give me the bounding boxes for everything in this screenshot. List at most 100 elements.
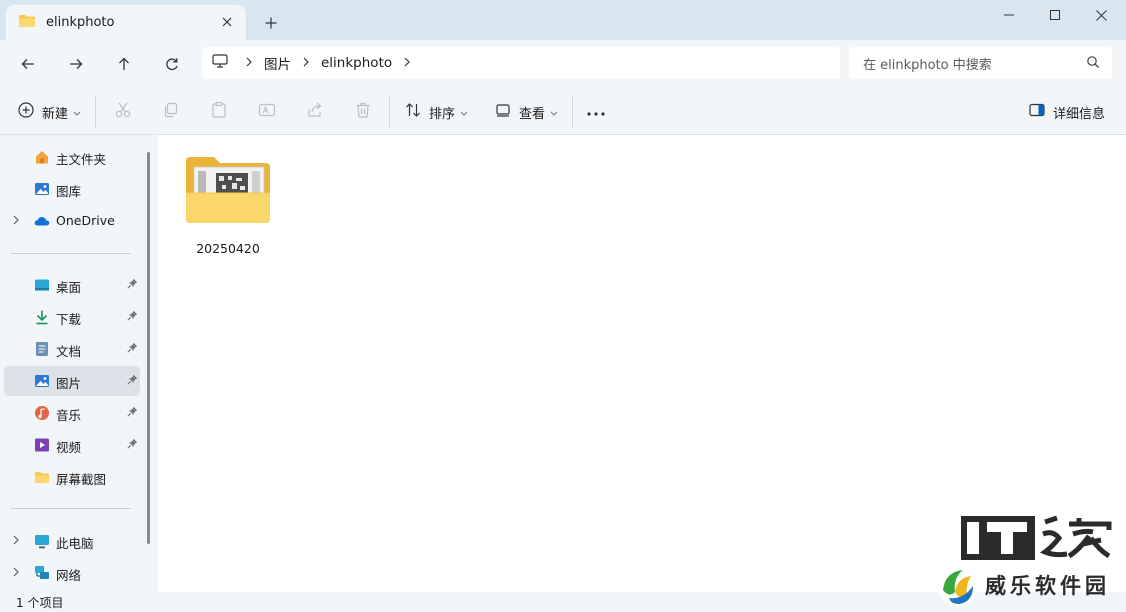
sidebar-item-downloads[interactable]: 下载 [4, 302, 140, 332]
watermark: 威乐软件园 [935, 510, 1125, 612]
pin-icon[interactable] [127, 438, 138, 453]
tab-title: elinkphoto [46, 15, 115, 30]
sidebar-item-desktop[interactable]: 桌面 [4, 270, 140, 300]
watermark-subtitle: 威乐软件园 [985, 572, 1119, 603]
chevron-down-icon [550, 105, 558, 120]
sidebar-item-this-pc[interactable]: 此电脑 [4, 526, 140, 556]
sidebar-item-label: 音乐 [56, 408, 82, 423]
search-box[interactable]: 在 elinkphoto 中搜索 [849, 47, 1112, 79]
sidebar-item-label: 此电脑 [56, 536, 94, 551]
download-icon [34, 309, 50, 325]
new-label: 新建 [42, 106, 69, 122]
divider [11, 253, 131, 254]
pin-icon[interactable] [127, 310, 138, 325]
maximize-button[interactable] [1032, 0, 1078, 30]
watermark-logo-icon [935, 562, 981, 608]
network-icon [34, 565, 50, 581]
rename-button[interactable] [258, 98, 276, 126]
new-tab-button[interactable] [258, 10, 284, 36]
chevron-down-icon [73, 105, 81, 120]
paste-icon [210, 101, 228, 123]
share-icon [306, 101, 324, 123]
document-icon [34, 341, 50, 357]
chevron-right-icon[interactable] [13, 566, 19, 581]
sidebar-item-label: 网络 [56, 568, 82, 583]
chevron-down-icon [460, 105, 468, 120]
sidebar-item-pictures[interactable]: 图片 [4, 366, 140, 396]
folder-item[interactable]: 20250420 [184, 155, 272, 256]
cut-button[interactable] [114, 98, 132, 126]
close-tab-icon[interactable] [218, 13, 236, 31]
folder-icon [186, 157, 270, 223]
chevron-right-icon[interactable] [13, 214, 19, 229]
folder-icon [34, 469, 50, 485]
sidebar-item-onedrive[interactable]: OneDrive [4, 206, 140, 236]
up-button[interactable] [108, 48, 140, 80]
sort-label: 排序 [429, 106, 456, 122]
sidebar-item-label: 文档 [56, 344, 82, 359]
sidebar-item-label: 下载 [56, 312, 82, 327]
sidebar-item-label: 主文件夹 [56, 152, 107, 167]
delete-button[interactable] [354, 98, 372, 126]
minimize-button[interactable] [986, 0, 1032, 30]
sort-button[interactable]: 排序 [405, 98, 468, 126]
search-icon[interactable] [1086, 55, 1100, 73]
breadcrumb-pictures[interactable]: 图片 [264, 53, 291, 73]
close-window-button[interactable] [1078, 0, 1124, 30]
item-count: 1 个项目 [16, 596, 64, 610]
refresh-button[interactable] [156, 48, 188, 80]
sidebar-item-label: 图库 [56, 184, 82, 199]
pin-icon[interactable] [127, 406, 138, 421]
share-button[interactable] [306, 98, 324, 126]
sidebar-item-documents[interactable]: 文档 [4, 334, 140, 364]
copy-button[interactable] [162, 98, 180, 126]
paste-button[interactable] [210, 98, 228, 126]
details-label: 详细信息 [1053, 106, 1106, 122]
chevron-right-icon[interactable] [13, 534, 19, 549]
divider [389, 96, 390, 128]
details-pane-icon [1029, 103, 1045, 121]
sidebar-item-music[interactable]: 音乐 [4, 398, 140, 428]
new-button[interactable]: 新建 [18, 98, 81, 126]
pin-icon[interactable] [127, 374, 138, 389]
sidebar-item-gallery[interactable]: 图库 [4, 174, 140, 204]
computer-icon[interactable] [212, 54, 228, 72]
gallery-icon [34, 181, 50, 197]
chevron-right-icon[interactable] [246, 56, 252, 71]
sidebar-item-label: 视频 [56, 440, 82, 455]
sidebar-item-label: 屏幕截图 [56, 472, 107, 487]
pin-icon[interactable] [127, 278, 138, 293]
details-pane-button[interactable]: 详细信息 [1029, 98, 1105, 126]
more-options-button[interactable] [587, 98, 605, 126]
sidebar-item-label: OneDrive [56, 213, 115, 228]
cloud-icon [34, 213, 50, 229]
command-bar: 新建 排序 查看 详细信息 [0, 88, 1126, 135]
search-placeholder[interactable]: 在 elinkphoto 中搜索 [863, 54, 992, 73]
view-button[interactable]: 查看 [495, 98, 558, 126]
address-bar[interactable]: 图片 elinkphoto [202, 47, 840, 79]
watermark-jia [1039, 512, 1113, 571]
pin-icon[interactable] [127, 342, 138, 357]
folder-name[interactable]: 20250420 [184, 241, 272, 256]
tab-elinkphoto[interactable]: elinkphoto [6, 5, 246, 40]
video-icon [34, 437, 50, 453]
plus-circle-icon [18, 102, 34, 122]
sidebar-scrollbar[interactable] [147, 152, 150, 544]
breadcrumb-elinkphoto[interactable]: elinkphoto [321, 55, 392, 71]
chevron-right-icon[interactable] [404, 56, 410, 71]
title-bar: elinkphoto [0, 0, 1126, 40]
sidebar-item-network[interactable]: 网络 [4, 558, 140, 588]
sidebar-item-videos[interactable]: 视频 [4, 430, 140, 460]
rename-icon [258, 101, 276, 123]
chevron-right-icon[interactable] [303, 56, 309, 71]
sidebar-item-label: 图片 [56, 376, 82, 391]
sidebar-item-home[interactable]: 主文件夹 [4, 142, 140, 172]
navigation-pane: 主文件夹 图库 OneDrive 桌面 下载 文档 图片 音乐 视频 屏幕截图 … [0, 135, 158, 592]
view-label: 查看 [519, 106, 546, 122]
copy-icon [162, 101, 180, 123]
navigation-bar: 图片 elinkphoto 在 elinkphoto 中搜索 [0, 40, 1126, 88]
sidebar-item-screenshots[interactable]: 屏幕截图 [4, 462, 140, 492]
back-button[interactable] [12, 48, 44, 80]
divider [572, 96, 573, 128]
forward-button[interactable] [60, 48, 92, 80]
